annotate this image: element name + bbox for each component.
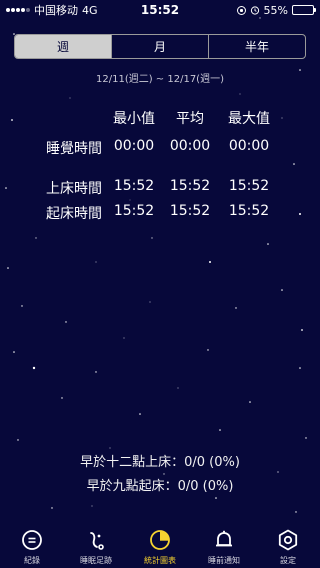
early-wakeup-summary: 早於九點起床：0/0 (0%) — [86, 479, 234, 494]
tab-label: 統計圖表 — [144, 556, 176, 565]
tab-bedtime-notification[interactable]: 睡前通知 — [192, 524, 256, 566]
bedtime-row: 上床時間 15:52 15:52 15:52 — [0, 178, 320, 200]
segment-half-year[interactable]: 半年 — [209, 35, 305, 58]
average-value: 15:52 — [169, 178, 211, 194]
segment-week[interactable]: 週 — [15, 35, 112, 58]
row-label: 上床時間 — [46, 181, 102, 197]
signal-icon — [6, 8, 30, 12]
tab-sleep-footprint[interactable]: 睡眠足跡 — [64, 524, 128, 566]
footprint-icon — [90, 532, 104, 550]
stats-header-row: 最小值 平均 最大值 — [0, 108, 320, 130]
gear-icon — [278, 529, 298, 551]
header-min: 最小值 — [113, 111, 155, 127]
segment-month[interactable]: 月 — [112, 35, 209, 58]
early-bedtime-summary: 早於十二點上床：0/0 (0%) — [80, 455, 240, 470]
carrier-name: 中国移动 — [34, 4, 78, 17]
row-label: 睡覺時間 — [46, 141, 102, 157]
row-label: 起床時間 — [46, 206, 102, 222]
battery-percent: 55% — [263, 3, 288, 17]
tab-settings[interactable]: 設定 — [256, 524, 320, 566]
record-icon — [22, 530, 42, 550]
sleep-duration-row: 睡覺時間 00:00 00:00 00:00 — [0, 138, 320, 160]
min-value: 00:00 — [113, 138, 155, 154]
status-bar: 中国移动 4G 15:52 55% — [0, 0, 320, 20]
network-type: 4G — [82, 3, 98, 17]
average-value: 00:00 — [169, 138, 211, 154]
rotation-lock-icon — [236, 5, 246, 15]
max-value: 15:52 — [228, 203, 270, 219]
tab-statistics[interactable]: 統計圖表 — [128, 524, 192, 566]
battery-icon — [292, 5, 316, 15]
bell-icon — [216, 530, 232, 547]
period-segmented-control: 週 月 半年 — [14, 34, 306, 59]
chart-icon — [150, 530, 170, 550]
tab-label: 睡前通知 — [208, 556, 240, 565]
max-value: 00:00 — [228, 138, 270, 154]
average-value: 15:52 — [169, 203, 211, 219]
wakeup-time-row: 起床時間 15:52 15:52 15:52 — [0, 203, 320, 225]
tab-label: 睡眠足跡 — [80, 556, 112, 565]
bottom-tab-bar: 紀錄 睡眠足跡 統計圖表 睡前通知 設定 — [0, 524, 320, 568]
date-range: 12/11(週二) ~ 12/17(週一) — [96, 74, 224, 85]
alarm-icon — [250, 6, 259, 15]
min-value: 15:52 — [113, 178, 155, 194]
tab-record[interactable]: 紀錄 — [0, 524, 64, 566]
header-average: 平均 — [176, 111, 204, 127]
min-value: 15:52 — [113, 203, 155, 219]
tab-label: 紀錄 — [24, 556, 40, 565]
tab-label: 設定 — [280, 556, 296, 565]
max-value: 15:52 — [228, 178, 270, 194]
header-max: 最大值 — [228, 111, 270, 127]
